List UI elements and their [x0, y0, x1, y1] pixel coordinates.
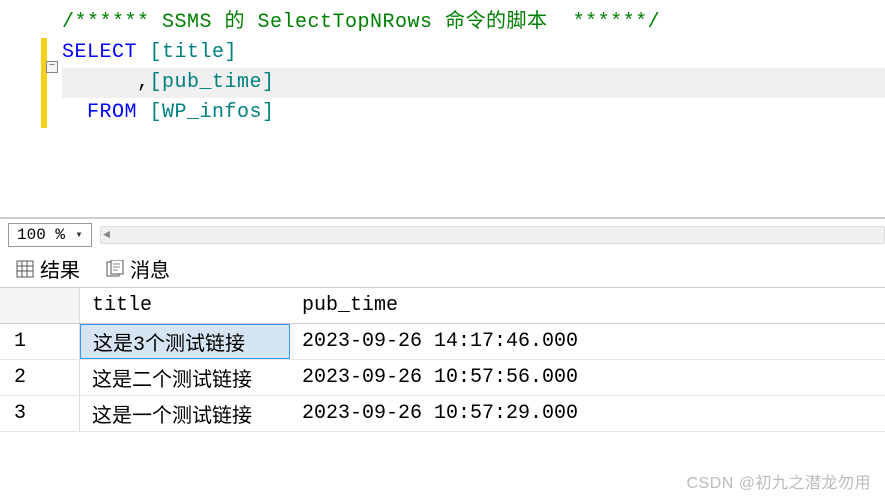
sql-editor-pane[interactable]: /****** SSMS 的 SelectTopNRows 命令的脚本 ****…: [0, 0, 885, 218]
code-block[interactable]: /****** SSMS 的 SelectTopNRows 命令的脚本 ****…: [0, 0, 885, 128]
message-icon: [106, 260, 124, 278]
table-row[interactable]: 1 这是3个测试链接 2023-09-26 14:17:46.000: [0, 324, 885, 360]
grid-icon: [16, 260, 34, 278]
column-pubtime: [pub_time]: [150, 71, 275, 94]
table-row[interactable]: 2 这是二个测试链接 2023-09-26 10:57:56.000: [0, 360, 885, 396]
rownum-cell[interactable]: 3: [0, 396, 80, 431]
rownum-cell[interactable]: 1: [0, 324, 80, 359]
from-keyword: FROM: [62, 101, 137, 124]
rownum-cell[interactable]: 2: [0, 360, 80, 395]
cell-title[interactable]: 这是二个测试链接: [80, 360, 290, 395]
editor-status-bar: 100 % ▾ ◄: [0, 218, 885, 250]
cell-pubtime[interactable]: 2023-09-26 10:57:56.000: [290, 360, 630, 395]
chevron-down-icon: ▾: [71, 227, 87, 242]
cell-pubtime[interactable]: 2023-09-26 10:57:29.000: [290, 396, 630, 431]
column-header-title[interactable]: title: [80, 288, 290, 323]
column-header-pubtime[interactable]: pub_time: [290, 288, 630, 323]
cell-title[interactable]: 这是一个测试链接: [80, 396, 290, 431]
grid-header-row: title pub_time: [0, 288, 885, 324]
watermark-text: CSDN @初九之潜龙勿用: [686, 469, 871, 493]
cell-pubtime[interactable]: 2023-09-26 14:17:46.000: [290, 324, 630, 359]
rownum-header[interactable]: [0, 288, 80, 323]
horizontal-scrollbar[interactable]: ◄: [100, 226, 885, 244]
results-tabs: 结果 消息: [0, 250, 885, 288]
column-title: [title]: [137, 41, 237, 64]
zoom-value: 100 %: [17, 226, 65, 244]
comment-suffix: ******/: [548, 11, 661, 34]
scroll-left-icon: ◄: [103, 228, 110, 242]
tab-messages-label: 消息: [130, 254, 170, 283]
results-grid[interactable]: title pub_time 1 这是3个测试链接 2023-09-26 14:…: [0, 288, 885, 432]
comma-indent: ,: [62, 71, 150, 94]
table-name: [WP_infos]: [137, 101, 275, 124]
table-row[interactable]: 3 这是一个测试链接 2023-09-26 10:57:29.000: [0, 396, 885, 432]
zoom-dropdown[interactable]: 100 % ▾: [8, 223, 92, 247]
tab-messages[interactable]: 消息: [100, 250, 176, 287]
comment-body: SSMS 的 SelectTopNRows 命令的脚本: [162, 11, 548, 34]
cell-title[interactable]: 这是3个测试链接: [80, 324, 290, 359]
select-keyword: SELECT: [62, 41, 137, 64]
comment-prefix: /******: [62, 11, 162, 34]
tab-results[interactable]: 结果: [10, 250, 86, 287]
tab-results-label: 结果: [40, 254, 80, 283]
